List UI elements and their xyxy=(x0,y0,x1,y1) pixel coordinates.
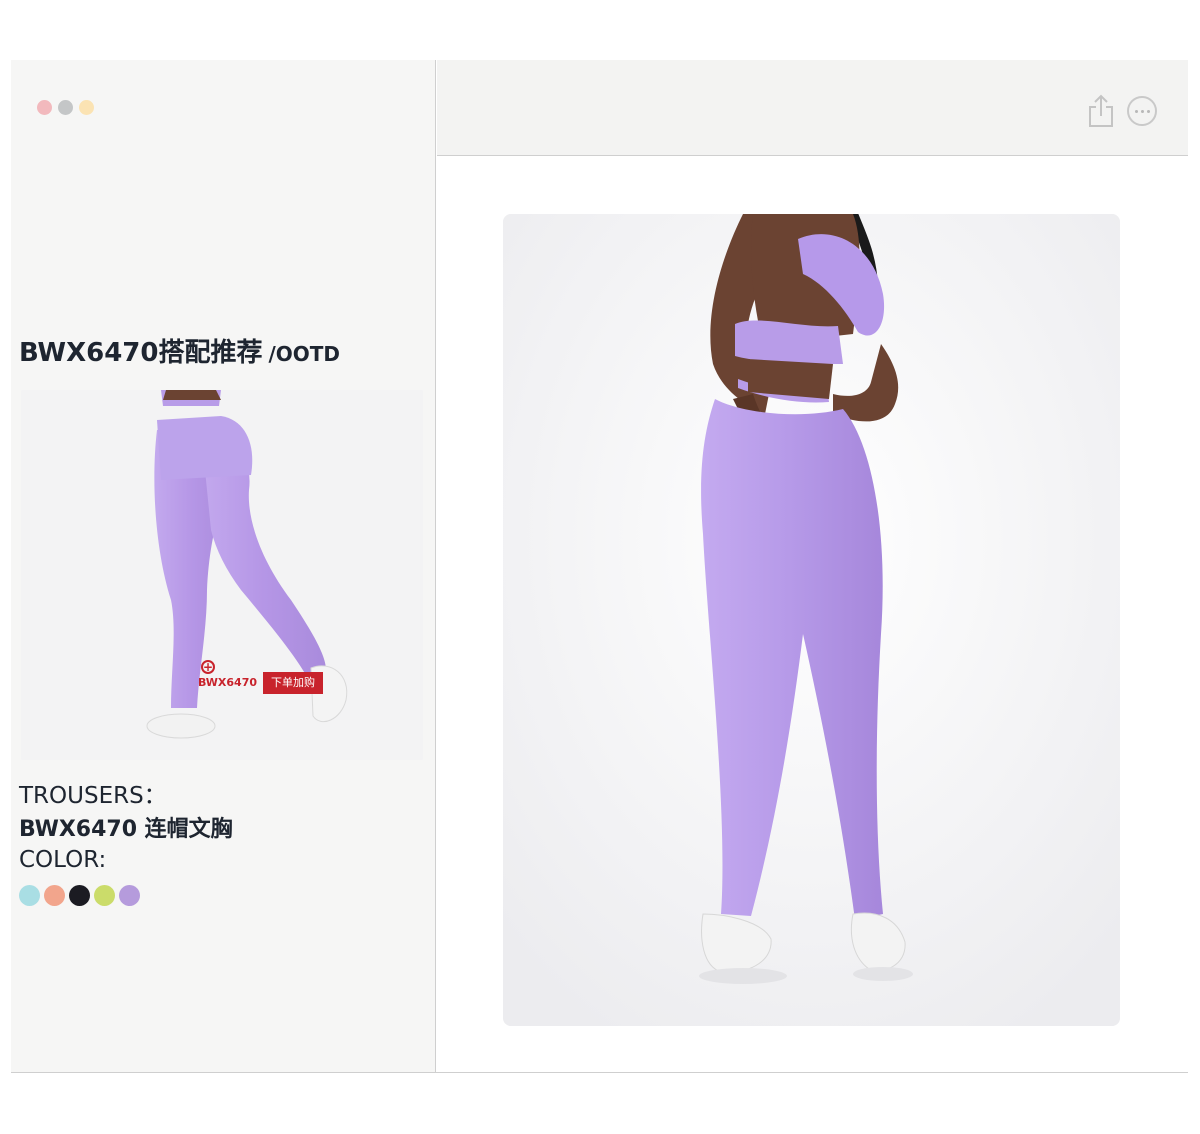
minimize-button[interactable] xyxy=(58,100,73,115)
outfit-thumbnail[interactable]: + BWX6470 下单加购 xyxy=(21,390,423,760)
model-image xyxy=(503,214,1120,1026)
color-swatch-aqua[interactable] xyxy=(19,885,40,906)
page-title: BWX6470搭配推荐/OOTD xyxy=(19,332,340,369)
window-controls xyxy=(37,100,94,115)
color-label: COLOR: xyxy=(19,847,107,873)
color-swatch-lime[interactable] xyxy=(94,885,115,906)
title-suffix: /OOTD xyxy=(268,342,341,366)
main-view xyxy=(437,156,1188,1073)
add-tag-icon[interactable]: + xyxy=(201,660,215,674)
left-panel: BWX6470搭配推荐/OOTD + BWX6470 下单加购 TROUSERS… xyxy=(11,60,436,1073)
zoom-button[interactable] xyxy=(79,100,94,115)
color-swatch-peach[interactable] xyxy=(44,885,65,906)
close-button[interactable] xyxy=(37,100,52,115)
color-swatch-lavender[interactable] xyxy=(119,885,140,906)
more-icon[interactable] xyxy=(1127,96,1157,126)
share-icon[interactable] xyxy=(1087,94,1115,128)
bottom-border xyxy=(11,1072,1188,1073)
product-name: BWX6470 连帽文胸 xyxy=(19,817,233,842)
product-photo xyxy=(503,214,1120,1026)
leggings-thumbnail-image xyxy=(21,390,423,760)
right-toolbar xyxy=(437,60,1188,156)
title-main: BWX6470搭配推荐 xyxy=(19,338,263,368)
thumbnail-tag-code: BWX6470 xyxy=(198,676,258,689)
trousers-label: TROUSERS： xyxy=(19,783,167,809)
color-swatch-black[interactable] xyxy=(69,885,90,906)
add-to-cart-button[interactable]: 下单加购 xyxy=(263,672,323,694)
color-swatches xyxy=(19,885,140,906)
